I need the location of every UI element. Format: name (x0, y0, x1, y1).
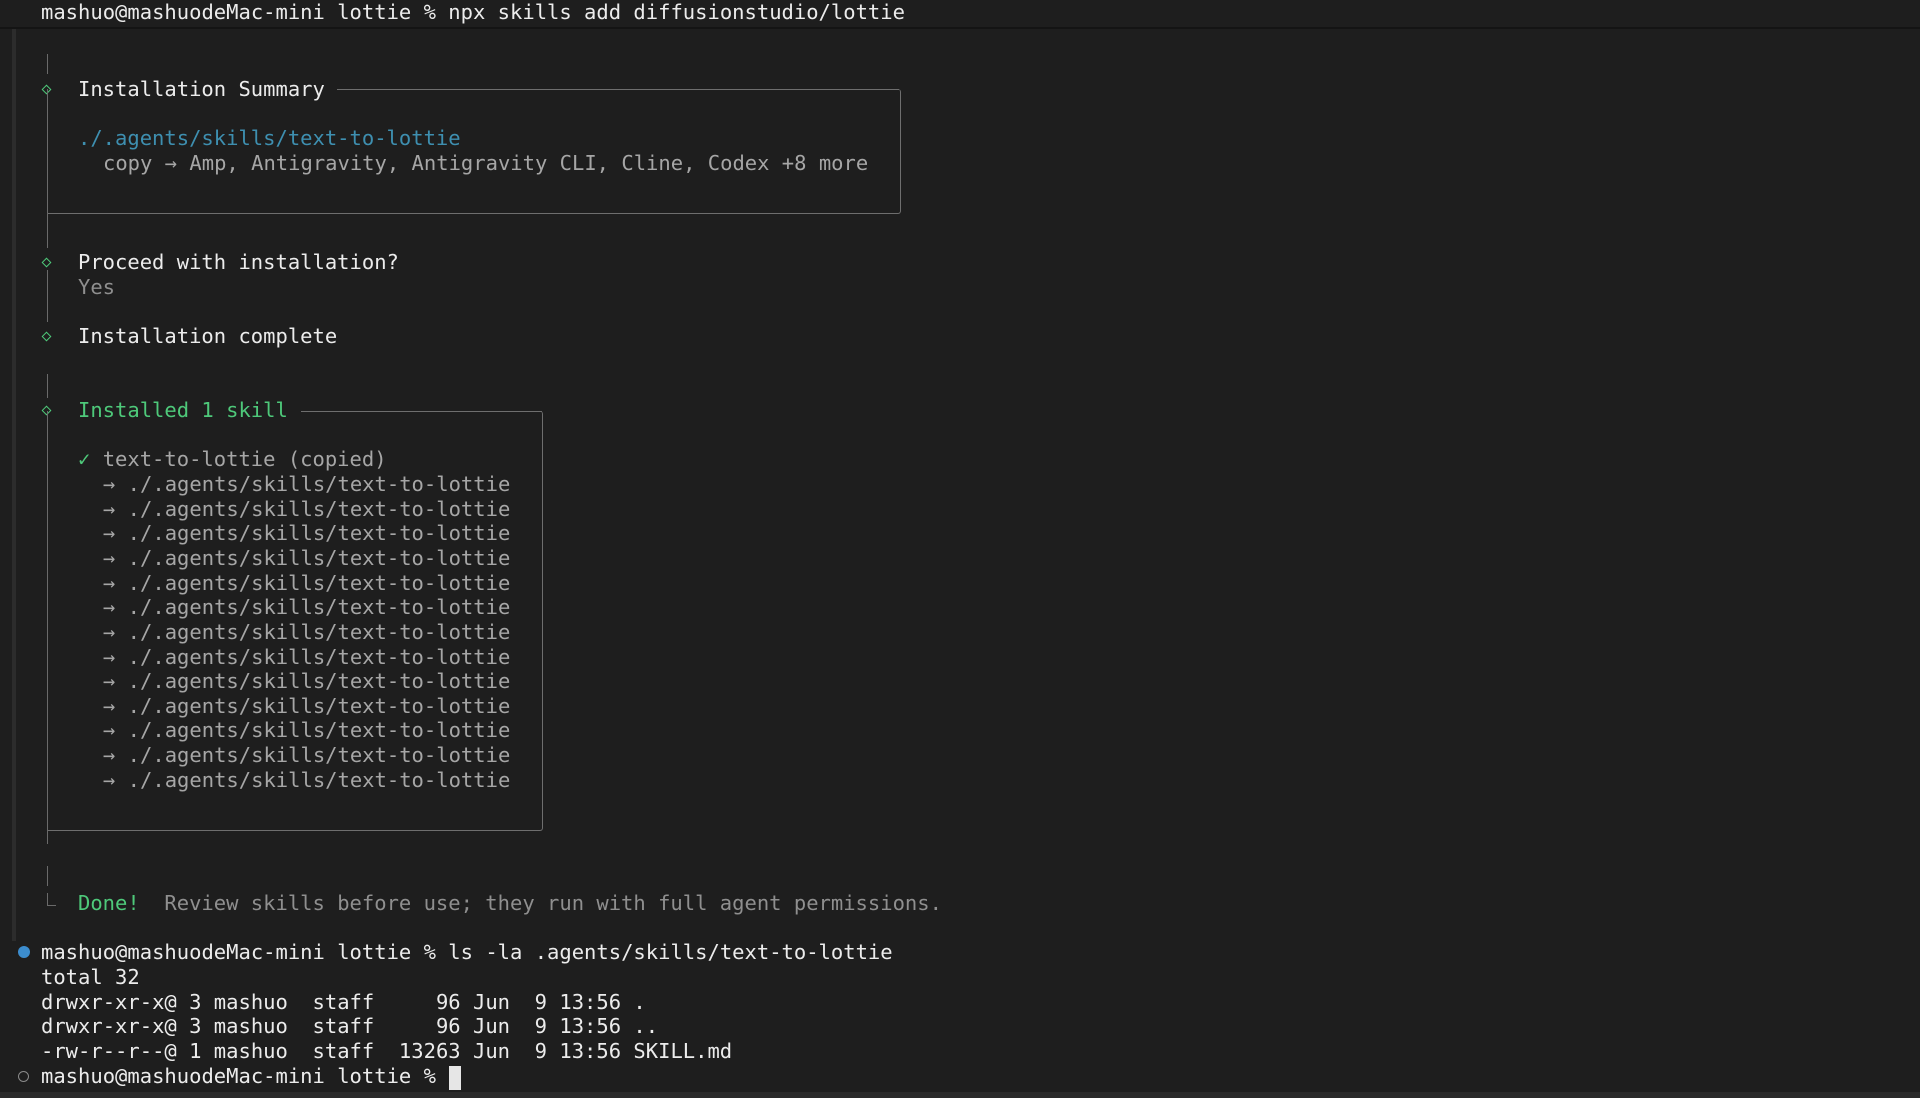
install-target: → ./.agents/skills/text-to-lottie (103, 645, 511, 669)
check-icon: ✓ (78, 447, 91, 471)
install-target: → ./.agents/skills/text-to-lottie (103, 521, 511, 545)
install-target: → ./.agents/skills/text-to-lottie (103, 768, 511, 792)
tree-connector (47, 214, 48, 248)
tree-connector (47, 830, 48, 844)
install-target: → ./.agents/skills/text-to-lottie (103, 497, 511, 521)
done-row: Done! Review skills before use; they run… (78, 891, 942, 916)
install-target: → ./.agents/skills/text-to-lottie (103, 472, 511, 496)
command-gutter-bar (12, 29, 16, 941)
install-target: → ./.agents/skills/text-to-lottie (103, 743, 511, 767)
tree-connector (47, 866, 48, 886)
complete-label: Installation complete (78, 324, 338, 348)
command-text: npx skills add diffusionstudio/lottie (448, 0, 905, 24)
command-line-2[interactable]: mashuo@mashuodeMac-mini lottie % ls -la … (41, 940, 893, 965)
command-text: ls -la .agents/skills/text-to-lottie (448, 940, 893, 964)
prompt: mashuo@mashuodeMac-mini lottie % (41, 940, 449, 964)
tree-connector (47, 54, 48, 74)
filled-circle-icon[interactable] (18, 946, 30, 958)
summary-path[interactable]: ./.agents/skills/text-to-lottie (78, 126, 461, 151)
installed-skill-name: text-to-lottie (copied) (102, 447, 387, 471)
installed-skill-row: ✓ text-to-lottie (copied) (78, 447, 387, 472)
install-target: → ./.agents/skills/text-to-lottie (103, 546, 511, 570)
proceed-answer: Yes (78, 275, 116, 299)
ls-output-line: drwxr-xr-x@ 3 mashuo staff 96 Jun 9 13:5… (41, 990, 646, 1014)
prompt: mashuo@mashuodeMac-mini lottie % (41, 1064, 449, 1088)
prompt: mashuo@mashuodeMac-mini lottie % (41, 0, 449, 24)
summary-copy-line: copy → Amp, Antigravity, Antigravity CLI… (103, 151, 869, 175)
bottom-bar (0, 1092, 1920, 1098)
install-target: → ./.agents/skills/text-to-lottie (103, 595, 511, 619)
top-divider (0, 27, 1920, 29)
install-target: → ./.agents/skills/text-to-lottie (103, 694, 511, 718)
install-target: → ./.agents/skills/text-to-lottie (103, 620, 511, 644)
tree-end-corner (47, 893, 56, 906)
ls-output-line: -rw-r--r--@ 1 mashuo staff 13263 Jun 9 1… (41, 1039, 733, 1063)
done-label: Done! (78, 891, 140, 915)
tree-connector (47, 374, 48, 398)
text-cursor (449, 1066, 461, 1090)
diamond-icon (41, 257, 52, 268)
done-message: Review skills before use; they run with … (164, 891, 942, 915)
ls-output-line: drwxr-xr-x@ 3 mashuo staff 96 Jun 9 13:5… (41, 1014, 659, 1038)
install-target: → ./.agents/skills/text-to-lottie (103, 669, 511, 693)
diamond-icon (41, 331, 52, 342)
tree-connector (47, 270, 48, 322)
command-line-3[interactable]: mashuo@mashuodeMac-mini lottie % (41, 1064, 448, 1089)
install-target: → ./.agents/skills/text-to-lottie (103, 718, 511, 742)
hollow-circle-icon[interactable] (18, 1071, 29, 1082)
ls-output-line: total 32 (41, 965, 140, 989)
proceed-question: Proceed with installation? (78, 250, 399, 274)
install-target: → ./.agents/skills/text-to-lottie (103, 571, 511, 595)
command-line-1[interactable]: mashuo@mashuodeMac-mini lottie % npx ski… (41, 0, 905, 25)
